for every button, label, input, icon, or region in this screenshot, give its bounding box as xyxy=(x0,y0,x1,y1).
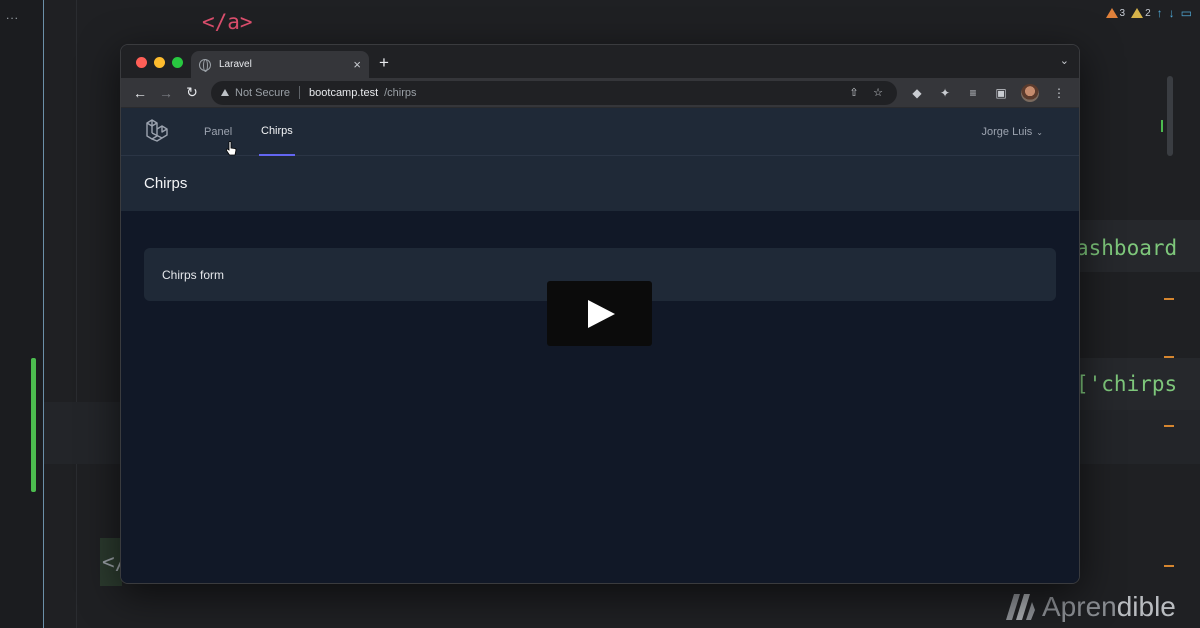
warning-icon xyxy=(1105,8,1118,18)
share-icon[interactable]: ⇧ xyxy=(845,86,863,99)
new-tab-button[interactable]: + xyxy=(379,53,389,73)
forward-icon[interactable]: → xyxy=(155,82,177,104)
laptop-icon[interactable]: ▭ xyxy=(1181,6,1192,20)
window-controls xyxy=(136,57,183,68)
video-play-button[interactable] xyxy=(547,281,652,346)
main-content: Chirps form xyxy=(121,211,1079,583)
aprendible-watermark: Aprendible xyxy=(1004,590,1176,624)
warning-count[interactable]: 3 xyxy=(1105,8,1125,19)
hand-cursor-icon xyxy=(225,141,237,156)
card-text: Chirps form xyxy=(162,267,225,282)
editor-scrollbar[interactable] xyxy=(1167,76,1173,156)
play-icon xyxy=(588,299,615,328)
globe-icon xyxy=(199,58,211,72)
url-path: /chirps xyxy=(384,86,417,99)
editor-gutter xyxy=(0,0,44,628)
browser-toolbar: ← → ↻ Not Secure bootcamp.test/chirps ⇧ … xyxy=(121,78,1079,108)
close-window-button[interactable] xyxy=(136,57,147,68)
code-line-dashboard: ashboard xyxy=(1076,236,1178,260)
omnibox-separator xyxy=(299,86,301,99)
tab-title: Laravel xyxy=(219,59,252,70)
url-host: bootcamp.test xyxy=(309,86,379,99)
tab-search-icon[interactable]: ⌄ xyxy=(1060,54,1069,67)
arrow-down-icon[interactable]: ↓ xyxy=(1169,6,1175,20)
scroll-marker xyxy=(1164,356,1174,358)
scroll-marker xyxy=(1164,298,1174,300)
indent-guide xyxy=(76,0,77,628)
git-change-marker xyxy=(31,358,36,492)
security-label[interactable]: Not Secure xyxy=(235,87,290,99)
code-line-chirps: ['chirps xyxy=(1076,372,1178,396)
reload-icon[interactable]: ↻ xyxy=(181,82,203,104)
browser-tab[interactable]: Laravel × xyxy=(191,51,369,78)
puzzle-extensions-icon[interactable]: ✦ xyxy=(933,86,957,100)
chevron-down-icon: ⌄ xyxy=(1036,127,1043,137)
weak-warning-icon xyxy=(1131,8,1144,18)
editor-warnings[interactable]: 3 2 ↑ ↓ ▭ xyxy=(1105,6,1192,20)
scroll-marker xyxy=(1161,120,1163,132)
maximize-window-button[interactable] xyxy=(172,57,183,68)
page-title: Chirps xyxy=(144,175,188,192)
close-tab-icon[interactable]: × xyxy=(353,57,361,72)
browser-menu-icon[interactable]: ⋮ xyxy=(1047,86,1071,100)
gutter-border xyxy=(43,0,44,628)
nav-link-chirps[interactable]: Chirps xyxy=(259,108,295,156)
warning-icon xyxy=(221,89,229,96)
weak-warning-count[interactable]: 2 xyxy=(1131,8,1151,19)
extension-icon[interactable]: ◆ xyxy=(905,86,929,100)
brand-text-a: Apren xyxy=(1042,591,1117,622)
page-header: Chirps xyxy=(121,156,1079,211)
arrow-up-icon[interactable]: ↑ xyxy=(1157,6,1163,20)
user-dropdown[interactable]: Jorge Luis ⌄ xyxy=(982,108,1043,156)
minimize-window-button[interactable] xyxy=(154,57,165,68)
scroll-marker xyxy=(1164,565,1174,567)
code-line-anchor-close: </a> xyxy=(202,10,253,34)
scroll-marker xyxy=(1164,425,1174,427)
brand-text-b: dible xyxy=(1116,591,1176,622)
aprendible-logo-icon xyxy=(1006,594,1035,620)
laravel-logo-icon[interactable] xyxy=(145,119,171,145)
profile-avatar[interactable] xyxy=(1021,83,1039,102)
app-navigation: Panel Chirps Jorge Luis ⌄ xyxy=(121,108,1079,156)
back-icon[interactable]: ← xyxy=(129,82,151,104)
user-name: Jorge Luis xyxy=(981,126,1033,138)
tab-strip: Laravel × + ⌄ xyxy=(121,45,1079,78)
address-bar[interactable]: Not Secure bootcamp.test/chirps ⇧ ☆ xyxy=(211,80,897,105)
bookmark-star-icon[interactable]: ☆ xyxy=(869,86,887,99)
side-panel-icon[interactable]: ▣ xyxy=(989,86,1013,100)
more-icon[interactable]: ... xyxy=(6,8,19,22)
media-playlist-icon[interactable]: ≡ xyxy=(961,86,985,100)
